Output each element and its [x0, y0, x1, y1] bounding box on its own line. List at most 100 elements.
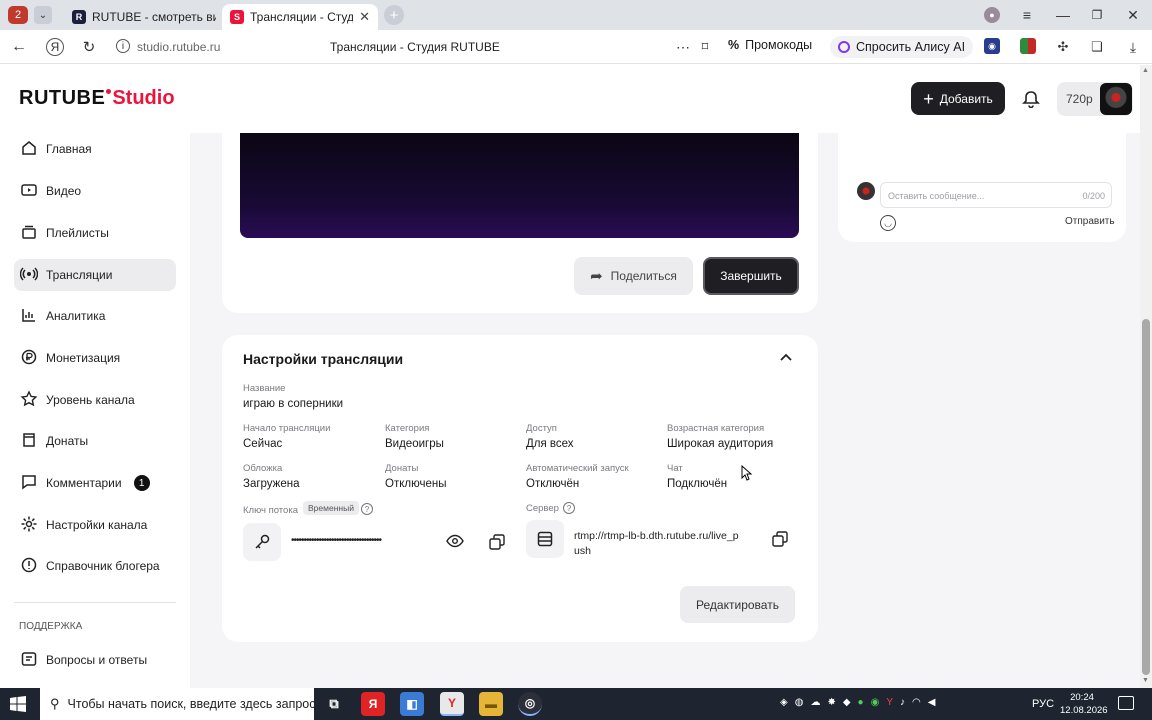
collapse-chevron-icon[interactable]: [779, 351, 793, 365]
profile-icon[interactable]: ●: [984, 7, 1000, 23]
notification-center-icon[interactable]: [1118, 696, 1134, 710]
chat-message-input[interactable]: Оставить сообщение... 0/200: [880, 182, 1112, 208]
scroll-down-icon[interactable]: ▼: [1142, 677, 1149, 684]
tray-yandex-icon[interactable]: Y: [886, 697, 893, 708]
sidebar-item-analytics[interactable]: Аналитика: [14, 300, 176, 332]
more-icon[interactable]: ⋯: [674, 38, 692, 56]
server-help-icon[interactable]: ?: [563, 502, 575, 514]
sidebar-item-label: Трансляции: [46, 268, 113, 282]
reload-icon[interactable]: ↻: [80, 38, 98, 56]
copy-key-icon[interactable]: [488, 533, 506, 551]
tray-app-icon[interactable]: ◈: [780, 697, 788, 708]
tray-gear-icon[interactable]: ✸: [827, 697, 835, 708]
page-scrollbar[interactable]: ▲ ▼: [1140, 65, 1152, 688]
sidebar-item-label: Настройки канала: [46, 518, 148, 532]
app-blue-icon[interactable]: ◧: [400, 692, 424, 716]
tray-icons[interactable]: ◈ ◍ ☁ ✸ ◆ ● ◉ Y ♪ ◠ ◀: [780, 697, 935, 708]
clock[interactable]: 20:24 12.08.2026: [1060, 691, 1108, 717]
browser-tab-bar: 2 ⌄ R RUTUBE - смотреть виде S Трансляци…: [0, 0, 1152, 30]
field-label: Возрастная категория: [667, 423, 765, 434]
new-tab-icon[interactable]: +: [384, 5, 404, 25]
chat-counter: 0/200: [1082, 191, 1105, 201]
quality-avatar-group[interactable]: 720p: [1057, 82, 1133, 116]
share-button[interactable]: ➦ Поделиться: [574, 257, 693, 295]
rutube-studio-logo[interactable]: RUTUBE Studio: [19, 87, 175, 110]
yandex-app-icon[interactable]: Я: [361, 692, 385, 716]
sidebar-item-channel-level[interactable]: Уровень канала: [14, 384, 176, 416]
taskbar-search-box[interactable]: ⚲ Чтобы начать поиск, введите здесь запр…: [40, 688, 316, 720]
sidebar-item-monetization[interactable]: Монетизация: [14, 342, 176, 374]
comment-icon: [20, 473, 38, 494]
bookmark-icon[interactable]: ⌑: [696, 38, 714, 56]
task-view-icon[interactable]: ⧉: [322, 692, 346, 716]
tray-steam-icon[interactable]: ◍: [795, 697, 804, 708]
share-icon: ➦: [590, 268, 603, 285]
volume-icon[interactable]: ◀: [928, 697, 936, 708]
sidebar-item-video[interactable]: Видео: [14, 175, 176, 207]
tabs-menu-icon[interactable]: ⌄: [34, 6, 52, 24]
promo-button[interactable]: % Промокоды: [728, 38, 812, 52]
close-icon[interactable]: ✕: [359, 9, 370, 25]
sidebar-item-label: Уровень канала: [46, 393, 135, 407]
alice-button[interactable]: Спросить Алису AI: [830, 36, 974, 58]
sidebar-item-home[interactable]: Главная: [14, 133, 176, 165]
site-info-icon[interactable]: i: [116, 39, 130, 53]
server-url[interactable]: rtmp://rtmp-lb-b.dth.rutube.ru/live_p us…: [574, 529, 756, 559]
emoji-icon[interactable]: ◡: [880, 215, 896, 231]
stream-key-value[interactable]: ••••••••••••••••••••••••••••••••••••: [291, 535, 427, 546]
server-label: Сервер: [526, 503, 559, 514]
obs-icon[interactable]: ◎: [518, 692, 542, 716]
minimize-icon[interactable]: —: [1054, 6, 1072, 24]
bell-icon[interactable]: [1022, 90, 1040, 109]
stream-settings-card: Настройки трансляции Название играю в со…: [222, 335, 818, 642]
sidebar-item-donations[interactable]: Донаты: [14, 425, 176, 457]
tray-cloud-icon[interactable]: ☁: [810, 697, 820, 708]
scrollbar-thumb[interactable]: [1142, 319, 1150, 675]
yandex-icon[interactable]: Я: [46, 38, 64, 56]
video-player[interactable]: [240, 133, 799, 238]
sidebar-item-blogger-guide[interactable]: Справочник блогера: [14, 550, 176, 582]
tray-shield-icon[interactable]: ◆: [843, 697, 851, 708]
sidebar-item-broadcasts[interactable]: Трансляции: [14, 259, 176, 291]
menu-icon[interactable]: ≡: [1018, 6, 1036, 24]
sidebar-item-label: Комментарии: [46, 476, 122, 490]
copy-server-icon[interactable]: [771, 530, 789, 548]
finish-button[interactable]: Завершить: [703, 257, 799, 295]
avatar[interactable]: [1100, 83, 1132, 115]
extensions-icon[interactable]: ✣: [1054, 38, 1072, 56]
tab-studio[interactable]: S Трансляции - Студия R ✕: [222, 4, 378, 30]
extension-flag-icon[interactable]: [1020, 38, 1036, 54]
windows-start-icon[interactable]: [10, 696, 26, 712]
key-help-icon[interactable]: ?: [361, 503, 373, 515]
chat-send-button[interactable]: Отправить: [1065, 216, 1115, 227]
network-icon[interactable]: ◠: [912, 697, 921, 708]
back-icon[interactable]: ←: [10, 38, 28, 56]
tab-rutube[interactable]: R RUTUBE - смотреть виде: [64, 4, 216, 30]
field-value: Подключён: [667, 478, 728, 490]
show-key-eye-icon[interactable]: [446, 534, 464, 548]
sidebar-item-playlists[interactable]: Плейлисты: [14, 217, 176, 249]
yandex-browser-icon[interactable]: Y: [440, 692, 464, 716]
file-explorer-icon[interactable]: ▬: [479, 692, 503, 716]
tray-chat-icon[interactable]: ◉: [871, 697, 880, 708]
scroll-up-icon[interactable]: ▲: [1142, 67, 1149, 74]
tray-green-icon[interactable]: ●: [858, 697, 864, 708]
sidebar-item-channel-settings[interactable]: Настройки канала: [14, 509, 176, 541]
sidebar-item-comments[interactable]: Комментарии 1: [14, 467, 176, 499]
extension-blue-icon[interactable]: ◉: [984, 38, 1000, 54]
add-button[interactable]: + Добавить: [911, 82, 1005, 115]
download-icon[interactable]: ⤓: [1124, 38, 1142, 56]
search-icon: ⚲: [50, 696, 60, 711]
sidebar-item-label: Монетизация: [46, 351, 121, 365]
sidebar-item-faq[interactable]: Вопросы и ответы: [14, 644, 176, 676]
edit-button[interactable]: Редактировать: [680, 586, 795, 623]
language-indicator[interactable]: РУС: [1032, 698, 1054, 710]
window-close-icon[interactable]: ✕: [1124, 6, 1142, 24]
sidebar-item-label: Донаты: [46, 434, 89, 448]
restore-icon[interactable]: ❐: [1088, 6, 1106, 24]
url-text[interactable]: studio.rutube.ru: [137, 40, 220, 54]
key-icon: [243, 523, 281, 561]
collections-icon[interactable]: ❏: [1088, 38, 1106, 56]
mic-icon[interactable]: ♪: [900, 697, 905, 708]
profile-badge[interactable]: 2: [8, 6, 28, 24]
